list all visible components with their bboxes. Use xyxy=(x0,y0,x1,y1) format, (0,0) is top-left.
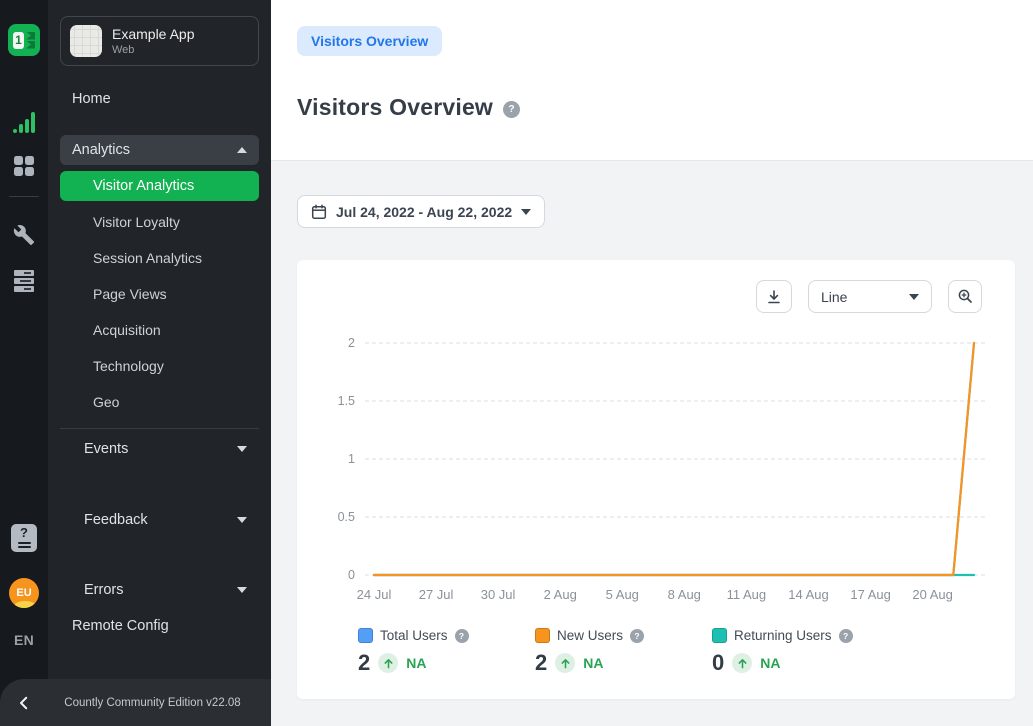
region-eu-badge[interactable]: EU xyxy=(0,578,48,608)
language-selector[interactable]: EN xyxy=(0,632,48,648)
chart-legend: Total Users ? 2 NA xyxy=(297,628,1015,676)
analytics-bars-icon[interactable] xyxy=(0,112,48,133)
dashboards-grid-icon[interactable] xyxy=(0,156,48,176)
svg-text:11 Aug: 11 Aug xyxy=(727,587,767,602)
sidebar-item-acquisition[interactable]: Acquisition xyxy=(48,315,271,345)
chart-type-select[interactable]: Line xyxy=(808,280,932,313)
sidebar-item-page-views[interactable]: Page Views xyxy=(48,279,271,309)
svg-text:17 Aug: 17 Aug xyxy=(850,587,891,602)
sidebar-item-remote-config[interactable]: Remote Config xyxy=(48,611,271,641)
chevron-up-icon xyxy=(237,147,247,153)
title-help-icon[interactable]: ? xyxy=(503,101,520,118)
countly-logo[interactable]: 1 xyxy=(0,24,48,56)
sidebar-item-technology[interactable]: Technology xyxy=(48,351,271,381)
legend-item-total-users[interactable]: Total Users ? 2 NA xyxy=(358,628,535,676)
zoom-in-icon xyxy=(957,288,974,305)
sidebar-item-visitor-loyalty[interactable]: Visitor Loyalty xyxy=(48,207,271,237)
new-users-value: 2 xyxy=(535,650,547,676)
date-range-label: Jul 24, 2022 - Aug 22, 2022 xyxy=(336,204,512,220)
trend-up-icon xyxy=(555,653,575,673)
icon-rail: 1 xyxy=(0,0,48,726)
sidebar-item-home[interactable]: Home xyxy=(48,84,271,114)
chart-type-value: Line xyxy=(821,289,847,305)
sidebar-menu: Home Analytics Visitor Analytics Visitor… xyxy=(48,84,271,641)
breadcrumb[interactable]: Visitors Overview xyxy=(297,26,442,56)
chevron-down-icon xyxy=(521,209,531,215)
countly-dashboard: 1 xyxy=(0,0,1033,726)
sidebar-section-errors[interactable]: Errors xyxy=(60,575,259,605)
total-users-swatch xyxy=(358,628,373,643)
download-icon xyxy=(766,289,782,305)
svg-text:8 Aug: 8 Aug xyxy=(668,587,701,602)
management-wrench-icon[interactable] xyxy=(0,224,48,246)
svg-text:5 Aug: 5 Aug xyxy=(606,587,639,602)
sidebar-item-session-analytics[interactable]: Session Analytics xyxy=(48,243,271,273)
returning-users-swatch xyxy=(712,628,727,643)
zoom-chart-button[interactable] xyxy=(948,280,982,313)
data-manager-icon[interactable] xyxy=(0,268,48,294)
total-users-value: 2 xyxy=(358,650,370,676)
main-area: Visitors Overview Visitors Overview ? Ju… xyxy=(271,0,1033,726)
chevron-down-icon xyxy=(237,517,247,523)
assistant-help-icon[interactable]: ? xyxy=(0,524,48,552)
legend-item-returning-users[interactable]: Returning Users ? 0 NA xyxy=(712,628,889,676)
trend-value: NA xyxy=(760,655,780,671)
svg-text:1: 1 xyxy=(348,452,355,466)
sidebar-item-visitor-analytics[interactable]: Visitor Analytics xyxy=(60,171,259,201)
app-platform: Web xyxy=(112,44,195,56)
svg-text:2 Aug: 2 Aug xyxy=(544,587,577,602)
menu-divider xyxy=(60,428,259,429)
chevron-down-icon xyxy=(909,294,919,300)
svg-text:1.5: 1.5 xyxy=(338,394,355,408)
chevron-down-icon xyxy=(237,587,247,593)
visitors-chart-card: Line 00.511.5224 Jul27 Jul30 Jul2 Aug5 xyxy=(297,260,1015,699)
app-icon xyxy=(70,25,102,57)
chart-toolbar: Line xyxy=(297,260,1015,313)
trend-value: NA xyxy=(583,655,603,671)
app-name: Example App xyxy=(112,26,195,43)
sidebar-item-geo[interactable]: Geo xyxy=(48,387,271,417)
svg-text:27 Jul: 27 Jul xyxy=(419,587,454,602)
sidebar-section-analytics[interactable]: Analytics xyxy=(60,135,259,165)
svg-text:24 Jul: 24 Jul xyxy=(357,587,392,602)
svg-text:14 Aug: 14 Aug xyxy=(788,587,829,602)
version-label: Countly Community Edition v22.08 xyxy=(48,697,271,709)
returning-users-value: 0 xyxy=(712,650,724,676)
rail-divider xyxy=(0,196,48,197)
calendar-icon xyxy=(311,204,327,220)
sidebar-section-feedback[interactable]: Feedback xyxy=(60,505,259,535)
page-title: Visitors Overview xyxy=(297,94,493,121)
chart-area[interactable]: 0 0.5 1 1.5 2 24 Jul 27 Jul 30 Jul 2 Aug 5 Aug 8 A… xyxy=(297,321,1015,618)
help-icon[interactable]: ? xyxy=(630,629,644,643)
app-switcher[interactable]: Example App Web xyxy=(60,16,259,66)
help-icon[interactable]: ? xyxy=(455,629,469,643)
page-content: Jul 24, 2022 - Aug 22, 2022 Line xyxy=(271,161,1033,699)
new-users-swatch xyxy=(535,628,550,643)
page-header: Visitors Overview Visitors Overview ? xyxy=(271,0,1033,161)
help-icon[interactable]: ? xyxy=(839,629,853,643)
trend-up-icon xyxy=(378,653,398,673)
legend-item-new-users[interactable]: New Users ? 2 NA xyxy=(535,628,712,676)
sidebar-footer: Countly Community Edition v22.08 xyxy=(0,679,271,726)
date-range-picker[interactable]: Jul 24, 2022 - Aug 22, 2022 xyxy=(297,195,545,228)
svg-text:20 Aug: 20 Aug xyxy=(912,587,953,602)
chevron-left-icon xyxy=(15,694,33,712)
trend-value: NA xyxy=(406,655,426,671)
line-chart: 0 0.5 1 1.5 2 24 Jul 27 Jul 30 Jul 2 Aug 5 Aug 8 A… xyxy=(297,321,1015,613)
sidebar: Example App Web Home Analytics Visitor A… xyxy=(48,0,271,726)
sidebar-section-events[interactable]: Events xyxy=(60,434,259,464)
trend-up-icon xyxy=(732,653,752,673)
svg-text:0.5: 0.5 xyxy=(338,510,355,524)
collapse-sidebar-button[interactable] xyxy=(0,694,48,712)
chevron-down-icon xyxy=(237,446,247,452)
svg-text:30 Jul: 30 Jul xyxy=(481,587,516,602)
svg-text:0: 0 xyxy=(348,568,355,582)
download-chart-button[interactable] xyxy=(756,280,792,313)
svg-text:2: 2 xyxy=(348,336,355,350)
